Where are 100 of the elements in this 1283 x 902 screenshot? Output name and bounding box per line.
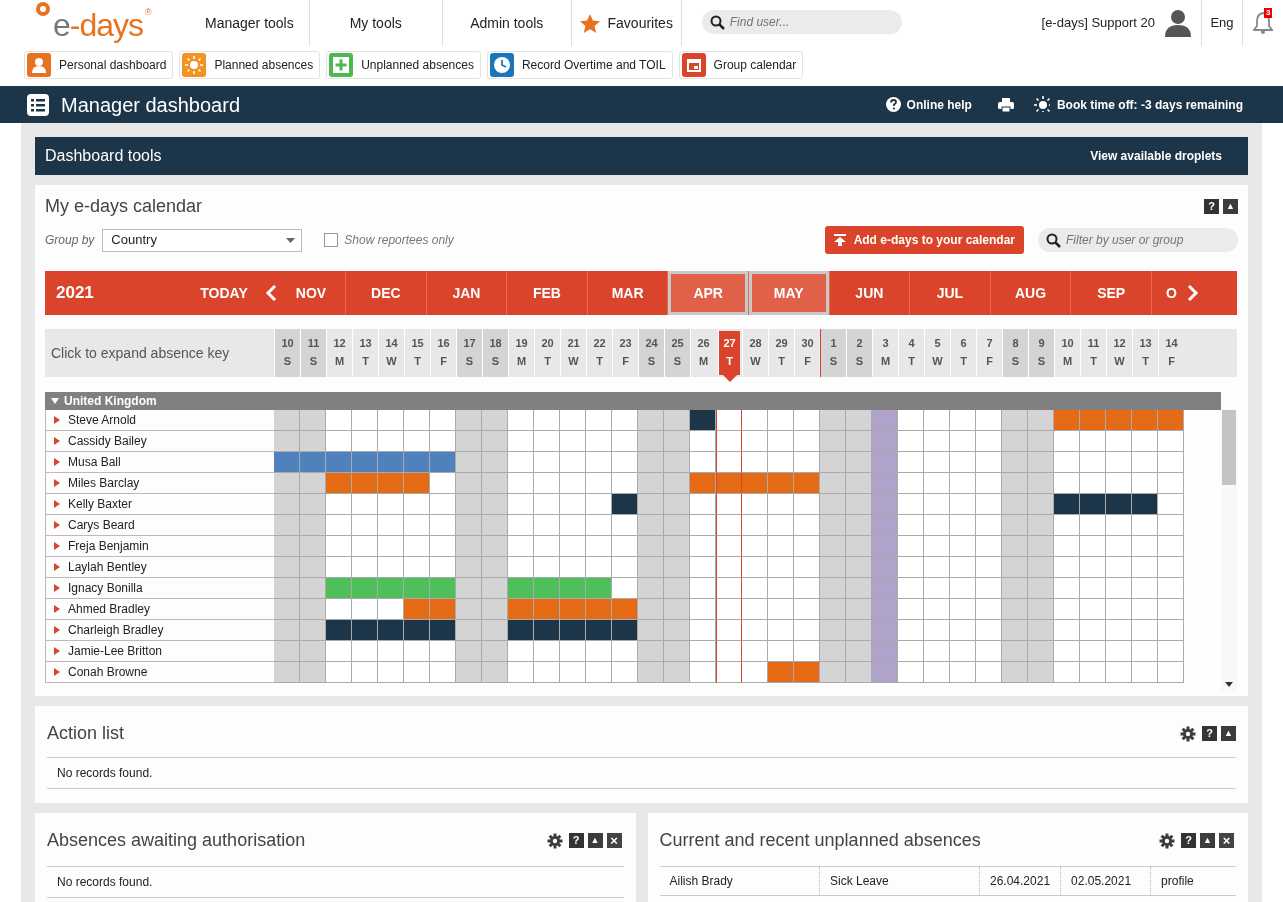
month-tab[interactable]: APR xyxy=(667,271,748,315)
menu-item[interactable]: My tools xyxy=(309,0,443,46)
help-link[interactable]: Online help xyxy=(885,95,972,114)
next-icon[interactable] xyxy=(1186,285,1199,301)
help-button[interactable]: ? xyxy=(1204,199,1219,214)
person-name[interactable]: Charleigh Bradley xyxy=(45,620,274,641)
menu-item[interactable]: Admin tools xyxy=(442,0,572,46)
book-time-off-link[interactable]: Book time off: -3 days remaining xyxy=(1033,95,1243,114)
filter-field[interactable]: Filter by user or group xyxy=(1038,228,1238,252)
list-icon xyxy=(27,93,49,116)
month-tab[interactable]: SEP xyxy=(1070,271,1151,315)
language-menu[interactable]: Eng xyxy=(1201,0,1243,46)
day-header: 22 T xyxy=(586,329,612,377)
caret-icon xyxy=(286,237,296,243)
absence-type: Sick Leave xyxy=(830,874,889,888)
day-header: 11 T xyxy=(1080,329,1106,377)
shortcut-button[interactable]: Unplanned absences xyxy=(326,51,481,79)
shortcut-button[interactable]: Group calendar xyxy=(678,51,804,79)
person-name[interactable]: Ahmed Bradley xyxy=(45,599,274,620)
person-name[interactable]: Carys Beard xyxy=(45,515,274,536)
month-tab[interactable]: DEC xyxy=(345,271,426,315)
expand-icon xyxy=(54,500,60,508)
expand-icon xyxy=(54,584,60,592)
page-title: Manager dashboard xyxy=(61,92,240,117)
month-tab[interactable]: JUN xyxy=(828,271,910,315)
add-calendar-button[interactable]: Add e-days to your calendar xyxy=(824,226,1024,254)
person-name[interactable]: Cassidy Bailey xyxy=(45,431,274,452)
person-name[interactable]: Jamie-Lee Britton xyxy=(45,641,274,662)
person-name[interactable]: Ignacy Bonilla xyxy=(45,578,274,599)
year-label: 2021 xyxy=(55,282,95,305)
day-header: 10 S xyxy=(274,329,300,377)
search-icon xyxy=(1046,233,1061,248)
today-button[interactable]: TODAY xyxy=(185,271,263,315)
group-by-select[interactable]: Country xyxy=(102,228,303,252)
expand-icon xyxy=(54,416,60,424)
person-name[interactable]: Conah Browne xyxy=(45,662,274,683)
day-header: 20 T xyxy=(534,329,560,377)
printer-icon[interactable] xyxy=(997,97,1014,112)
person-name[interactable]: Steve Arnold xyxy=(45,410,274,431)
month-tab[interactable]: NOV xyxy=(277,271,345,315)
menu-item[interactable]: Manager tools xyxy=(205,0,310,46)
day-header: 13 T xyxy=(352,329,378,377)
star-icon xyxy=(579,13,600,33)
shortcut-button[interactable]: Planned absences xyxy=(179,51,321,79)
month-tab[interactable]: JAN xyxy=(425,271,507,315)
person-name[interactable]: Freja Benjamin xyxy=(45,536,274,557)
collapse-button[interactable]: ▲ xyxy=(1200,833,1215,848)
search-icon xyxy=(709,15,725,30)
group-row[interactable]: United Kingdom xyxy=(45,392,1221,410)
absence-person: Ailish Brady xyxy=(669,874,733,888)
user-name[interactable]: [e-days] Support 20 xyxy=(1041,13,1155,33)
settings-icon[interactable] xyxy=(546,832,563,849)
scrollbar[interactable] xyxy=(1221,410,1237,691)
help-button[interactable]: ? xyxy=(1202,726,1217,741)
expand-icon xyxy=(54,542,60,550)
day-header: 19 M xyxy=(508,329,534,377)
day-header: 13 T xyxy=(1132,329,1158,377)
collapse-button[interactable]: ▲ xyxy=(1223,199,1238,214)
collapse-button[interactable]: ▲ xyxy=(1221,726,1236,741)
close-button[interactable]: × xyxy=(606,833,622,848)
logo-text: e-days xyxy=(53,9,144,41)
person-name[interactable]: Kelly Baxter xyxy=(45,494,274,515)
month-tab[interactable]: FEB xyxy=(506,271,587,315)
day-header: 2 S xyxy=(846,329,872,377)
absence-key-link[interactable]: Click to expand absence key xyxy=(45,329,274,377)
shortcut-button[interactable]: Record Overtime and TOIL xyxy=(486,51,673,79)
month-tab[interactable]: O xyxy=(1150,271,1181,315)
person-name[interactable]: Musa Ball xyxy=(45,452,274,473)
help-button[interactable]: ? xyxy=(568,833,584,848)
bar-title: Dashboard tools xyxy=(45,146,162,166)
help-button[interactable]: ? xyxy=(1181,833,1196,848)
expand-icon xyxy=(54,479,60,487)
close-button[interactable]: × xyxy=(1219,833,1234,848)
person-name[interactable]: Laylah Bentley xyxy=(45,557,274,578)
reportees-checkbox[interactable]: Show reportees only xyxy=(324,231,454,249)
day-header: 1 S xyxy=(820,329,846,377)
shortcut-button[interactable]: Personal dashboard xyxy=(24,51,174,79)
profile-link[interactable]: profile xyxy=(1161,874,1194,888)
group-by-label: Group by xyxy=(45,232,95,249)
month-tab[interactable]: MAY xyxy=(747,271,829,315)
settings-icon[interactable] xyxy=(1180,725,1196,742)
avatar-icon[interactable] xyxy=(1165,9,1191,37)
search-field[interactable]: Find user... xyxy=(701,10,902,34)
droplets-link[interactable]: View available droplets xyxy=(1090,147,1222,165)
day-header: 24 S xyxy=(638,329,664,377)
menu-item[interactable]: Favourites xyxy=(571,0,682,46)
collapse-button[interactable]: ▲ xyxy=(587,833,603,848)
previous-icon[interactable] xyxy=(265,285,277,301)
sun-icon xyxy=(1033,96,1051,113)
month-tab[interactable]: AUG xyxy=(989,271,1071,315)
upload-icon xyxy=(833,234,846,246)
settings-icon[interactable] xyxy=(1159,832,1175,849)
month-tab[interactable]: JUL xyxy=(909,271,990,315)
day-header: 18 S xyxy=(482,329,508,377)
day-header: 28 W xyxy=(742,329,768,377)
expand-icon xyxy=(54,647,60,655)
bell-icon[interactable] xyxy=(1253,12,1273,34)
person-name[interactable]: Miles Barclay xyxy=(45,473,274,494)
expand-icon xyxy=(54,626,60,634)
registered-mark: ® xyxy=(145,8,151,17)
